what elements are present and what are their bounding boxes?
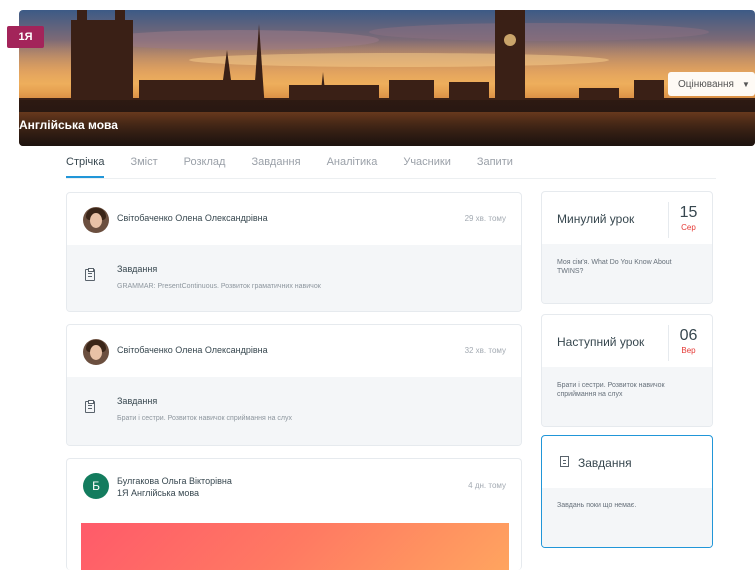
class-badge: 1Я xyxy=(7,26,44,48)
previous-lesson-topic: Моя сім'я. What Do You Know About TWINS? xyxy=(542,244,712,303)
next-lesson-date: 06 Вер xyxy=(668,325,708,361)
task-description: Брати і сестри. Розвиток навичок сприйма… xyxy=(117,415,293,422)
course-banner: Англійська мова xyxy=(19,10,755,146)
next-lesson-day: 06 xyxy=(679,327,698,344)
assignments-empty-text: Завдань поки що немає. xyxy=(542,488,712,547)
post-header: Світобаченко Олена Олександрівна 29 хв. … xyxy=(67,193,521,245)
next-lesson-title: Наступний урок xyxy=(557,335,645,349)
task-description: GRAMMAR: PresentContinuous. Розвиток гра… xyxy=(117,283,321,290)
previous-lesson-card[interactable]: Минулий урок 15 Сер Моя сім'я. What Do Y… xyxy=(541,191,713,304)
caret-down-icon: ▼ xyxy=(741,79,750,89)
next-lesson-header: Наступний урок 06 Вер xyxy=(542,315,712,367)
tab-requests[interactable]: Запити xyxy=(477,152,513,178)
banner-title-bar: Англійська мова xyxy=(19,100,755,146)
author-avatar[interactable] xyxy=(83,207,109,233)
post-course-name: 1Я Англійська мова xyxy=(117,488,200,498)
tabs-divider xyxy=(66,178,716,179)
tab-schedule[interactable]: Розклад xyxy=(184,152,226,178)
tab-content[interactable]: Зміст xyxy=(130,152,157,178)
task-label: Завдання xyxy=(117,396,158,406)
tab-feed[interactable]: Стрічка xyxy=(66,152,105,178)
course-title: Англійська мова xyxy=(19,118,118,132)
assignment-icon xyxy=(560,456,569,467)
feed-post[interactable]: Світобаченко Олена Олександрівна 32 хв. … xyxy=(66,324,522,446)
tab-assignments[interactable]: Завдання xyxy=(251,152,300,178)
next-lesson-month: Вер xyxy=(681,346,696,355)
post-author[interactable]: Булгакова Ольга Вікторівна 1Я Англійська… xyxy=(117,475,232,499)
assignment-icon xyxy=(85,400,95,413)
previous-lesson-date: 15 Сер xyxy=(668,202,708,238)
post-time: 29 хв. тому xyxy=(464,214,506,223)
previous-lesson-month: Сер xyxy=(681,223,696,232)
previous-lesson-header: Минулий урок 15 Сер xyxy=(542,192,712,244)
post-task[interactable]: Завдання GRAMMAR: PresentContinuous. Роз… xyxy=(67,245,521,311)
tab-participants[interactable]: Учасники xyxy=(403,152,451,178)
previous-lesson-title: Минулий урок xyxy=(557,212,635,226)
post-cover-image[interactable] xyxy=(81,523,509,570)
assignments-header: Завдання xyxy=(542,436,712,488)
post-header: Світобаченко Олена Олександрівна 32 хв. … xyxy=(67,325,521,377)
next-lesson-card[interactable]: Наступний урок 06 Вер Брати і сестри. Ро… xyxy=(541,314,713,427)
course-tabs: Стрічка Зміст Розклад Завдання Аналітика… xyxy=(66,152,539,180)
post-time: 32 хв. тому xyxy=(464,346,506,355)
author-avatar[interactable] xyxy=(83,339,109,365)
post-header: Б Булгакова Ольга Вікторівна 1Я Англійсь… xyxy=(67,459,521,519)
assignments-title: Завдання xyxy=(578,456,632,470)
tab-analytics[interactable]: Аналітика xyxy=(327,152,378,178)
post-time: 4 дн. тому xyxy=(468,481,506,490)
assignment-icon xyxy=(85,268,95,281)
post-author[interactable]: Світобаченко Олена Олександрівна xyxy=(117,345,268,355)
next-lesson-topic: Брати і сестри. Розвиток навичок сприйма… xyxy=(542,367,712,426)
assignments-card[interactable]: Завдання Завдань поки що немає. xyxy=(541,435,713,548)
post-author-name[interactable]: Булгакова Ольга Вікторівна xyxy=(117,475,232,487)
grading-label: Оцінювання xyxy=(678,78,734,90)
task-label: Завдання xyxy=(117,264,158,274)
post-author[interactable]: Світобаченко Олена Олександрівна xyxy=(117,213,268,223)
feed-post[interactable]: Б Булгакова Ольга Вікторівна 1Я Англійсь… xyxy=(66,458,522,570)
feed-post[interactable]: Світобаченко Олена Олександрівна 29 хв. … xyxy=(66,192,522,312)
post-task[interactable]: Завдання Брати і сестри. Розвиток навичо… xyxy=(67,377,521,445)
previous-lesson-day: 15 xyxy=(679,204,698,221)
grading-dropdown[interactable]: Оцінювання ▼ xyxy=(668,72,755,96)
author-avatar[interactable]: Б xyxy=(83,473,109,499)
